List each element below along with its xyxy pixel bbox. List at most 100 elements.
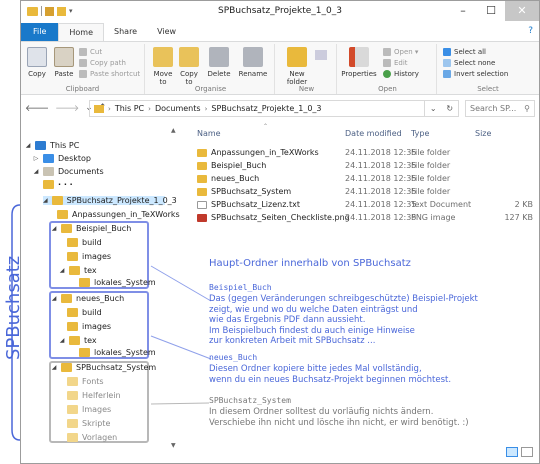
scroll-down-icon[interactable]: ▼ — [171, 442, 176, 449]
edit-icon — [383, 59, 391, 67]
group-label: Organise — [194, 85, 227, 93]
file-row[interactable]: SPBuchsatz_Seiten_Checkliste.png 24.11.2… — [193, 212, 533, 224]
tab-share[interactable]: Share — [104, 23, 147, 41]
file-date: 24.11.2018 12:35 — [345, 174, 417, 183]
column-type[interactable]: Type — [411, 129, 429, 138]
move-to-icon — [153, 47, 173, 67]
search-input[interactable]: Search SP... ⚲ — [465, 100, 535, 117]
tree-item-build[interactable]: build — [67, 238, 102, 247]
nav-scrollbar[interactable]: ▲ ▼ — [171, 123, 179, 453]
cut-button[interactable]: Cut — [79, 48, 102, 56]
file-row[interactable]: neues_Buch 24.11.2018 12:35 File folder — [193, 173, 533, 185]
close-button[interactable]: ✕ — [505, 1, 539, 21]
tree-item-desktop[interactable]: ▷ Desktop — [33, 154, 91, 163]
file-type: File folder — [411, 148, 451, 157]
annotation-system-line: In diesem Ordner solltest du vorläufig n… — [209, 407, 434, 417]
breadcrumb-separator-icon: › — [204, 104, 208, 113]
file-row[interactable]: Anpassungen_in_TeXWorks 24.11.2018 12:35… — [193, 147, 533, 159]
open-button[interactable]: Open ▾ — [383, 48, 418, 56]
refresh-button[interactable]: ↻ — [446, 104, 453, 113]
column-size[interactable]: Size — [475, 129, 491, 138]
invert-selection-button[interactable]: Invert selection — [443, 70, 508, 78]
breadcrumb-this-pc[interactable]: This PC — [115, 104, 144, 113]
breadcrumb-current[interactable]: SPBuchsatz_Projekte_1_0_3 — [211, 104, 321, 113]
file-date: 24.11.2018 12:35 — [345, 200, 417, 209]
move-to-button[interactable]: Move to — [151, 47, 175, 86]
edit-button[interactable]: Edit — [383, 59, 408, 67]
paste-shortcut-button[interactable]: Paste shortcut — [79, 70, 140, 78]
properties-button[interactable]: Properties — [341, 47, 377, 78]
select-all-button[interactable]: Select all — [443, 48, 486, 56]
tree-item-helferlein[interactable]: Helferlein — [67, 391, 121, 400]
copy-path-button[interactable]: Copy path — [79, 59, 126, 67]
file-row[interactable]: Beispiel_Buch 24.11.2018 12:35 File fold… — [193, 160, 533, 172]
tree-item-images[interactable]: images — [67, 322, 111, 331]
rename-button[interactable]: Rename — [237, 47, 269, 78]
tree-item-fonts[interactable]: Fonts — [67, 377, 104, 386]
select-none-icon — [443, 59, 451, 67]
tab-view[interactable]: View — [147, 23, 186, 41]
computer-icon — [35, 141, 46, 150]
tree-item-neues[interactable]: ◢ neues_Buch — [51, 294, 124, 303]
tree-item-tex[interactable]: ◢ tex — [59, 336, 97, 345]
copy-button[interactable]: Copy — [25, 47, 49, 78]
maximize-button[interactable]: ☐ — [477, 1, 505, 21]
paste-button[interactable]: Paste — [51, 47, 77, 78]
tree-item-root[interactable]: ◢ SPBuchsatz_Projekte_1_0_3 — [43, 196, 177, 205]
folder-icon — [197, 188, 207, 196]
search-placeholder: Search SP... — [470, 104, 517, 113]
folder-icon — [67, 322, 78, 331]
tree-item-lokales[interactable]: lokales_System — [79, 348, 156, 357]
tree-item-images[interactable]: images — [67, 252, 111, 261]
file-type: File folder — [411, 161, 451, 170]
tree-item-lokales[interactable]: lokales_System — [79, 278, 156, 287]
tree-item-beispiel[interactable]: ◢ Beispiel_Buch — [51, 224, 131, 233]
history-button[interactable]: History — [383, 70, 419, 78]
paste-icon — [54, 47, 74, 67]
copy-path-icon — [79, 59, 87, 67]
select-none-button[interactable]: Select none — [443, 59, 495, 67]
column-date-modified[interactable]: Date modified — [345, 129, 402, 138]
back-button[interactable]: 🡐 — [25, 103, 49, 114]
group-label: New — [298, 85, 315, 93]
address-dropdown-icon[interactable]: ⌄ — [430, 104, 437, 113]
help-icon[interactable]: ? — [528, 26, 533, 36]
annotation-beispiel-line: zur konkreten Arbeit mit SPBuchsatz ... — [209, 336, 376, 346]
column-name[interactable]: Name — [197, 129, 221, 138]
address-bar[interactable]: › This PC › Documents › SPBuchsatz_Proje… — [89, 100, 425, 117]
folder-icon — [61, 363, 72, 372]
image-file-icon — [197, 214, 207, 222]
tab-home[interactable]: Home — [58, 23, 105, 41]
properties-icon — [349, 47, 369, 67]
scroll-up-icon[interactable]: ▲ — [171, 127, 176, 134]
select-group: Select all Select none Invert selection … — [439, 44, 537, 94]
minimize-button[interactable]: – — [449, 1, 477, 21]
annotation-haupt: Haupt-Ordner innerhalb von SPBuchsatz — [209, 258, 411, 269]
large-icons-view-button[interactable] — [521, 447, 533, 457]
file-date: 24.11.2018 12:35 — [345, 187, 417, 196]
tree-item-skripte[interactable]: Skripte — [67, 419, 110, 428]
tab-file[interactable]: File — [21, 23, 59, 41]
tree-item-this-pc[interactable]: ◢ This PC — [25, 141, 79, 150]
breadcrumb-documents[interactable]: Documents — [155, 104, 201, 113]
delete-button[interactable]: Delete — [205, 47, 233, 78]
file-row[interactable]: SPBuchsatz_System 24.11.2018 12:35 File … — [193, 186, 533, 198]
file-type: Text Document — [411, 200, 472, 209]
new-folder-button[interactable]: New folder — [283, 47, 311, 86]
tree-item-more[interactable]: · · · — [43, 180, 73, 189]
tree-item-documents[interactable]: ◢ Documents — [33, 167, 104, 176]
tree-item-build[interactable]: build — [67, 308, 102, 317]
tree-item-anpassungen[interactable]: Anpassungen_in_TeXWorks — [57, 210, 180, 219]
details-view-button[interactable] — [506, 447, 518, 457]
tree-item-tex[interactable]: ◢ tex — [59, 266, 97, 275]
tree-item-system[interactable]: ◢ SPBuchsatz_System — [51, 363, 156, 372]
file-row[interactable]: SPBuchsatz_Lizenz.txt 24.11.2018 12:35 T… — [193, 199, 533, 211]
new-item-icon[interactable] — [315, 50, 327, 60]
tree-item-vorlagen[interactable]: Vorlagen — [67, 433, 117, 442]
tree-item-images-system[interactable]: Images — [67, 405, 111, 414]
copy-to-button[interactable]: Copy to — [177, 47, 201, 86]
folder-icon — [69, 336, 80, 345]
forward-button[interactable]: 🡒 — [55, 103, 79, 114]
file-name: SPBuchsatz_Lizenz.txt — [211, 200, 300, 209]
file-date: 24.11.2018 12:35 — [345, 161, 417, 170]
